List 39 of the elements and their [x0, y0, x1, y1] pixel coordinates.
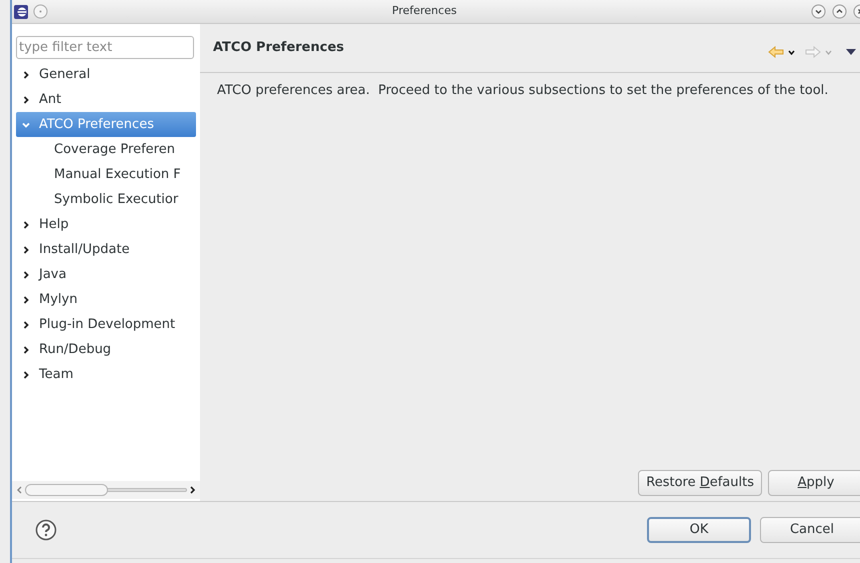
tree-item[interactable]: Java [16, 262, 196, 287]
tree-item[interactable]: General [16, 62, 196, 87]
expand-icon[interactable] [22, 96, 30, 104]
expand-icon[interactable] [22, 370, 30, 378]
tree-item[interactable]: Coverage Preferen [16, 137, 196, 162]
tree-item[interactable]: Run/Debug [16, 337, 196, 362]
tree-item[interactable]: Ant [16, 87, 196, 112]
scroll-left-icon[interactable] [16, 486, 22, 494]
maximize-icon[interactable] [832, 4, 847, 19]
expand-icon[interactable] [22, 70, 30, 78]
window-title: Preferences [392, 3, 457, 20]
expand-icon[interactable] [22, 246, 30, 254]
tree-item[interactable]: Help [16, 212, 196, 237]
view-menu-icon[interactable] [846, 49, 856, 55]
filter-field[interactable]: type filter text [16, 36, 194, 59]
caret-icon[interactable] [788, 50, 795, 54]
app-icon [14, 4, 28, 18]
page-title: ATCO Preferences [213, 39, 344, 58]
tree-item[interactable]: Team [16, 362, 196, 387]
tree-item[interactable]: Mylyn [16, 287, 196, 312]
ok-button[interactable]: OK [647, 517, 751, 543]
restore-defaults-button[interactable]: Restore Defaults [638, 470, 762, 496]
tree-item[interactable]: Manual Execution F [16, 162, 196, 187]
tree-item[interactable]: Symbolic Executior [16, 187, 196, 212]
scroll-right-icon[interactable] [190, 486, 196, 494]
tree-item[interactable]: Plug-in Development [16, 312, 196, 337]
minimize-icon[interactable] [811, 4, 826, 19]
expand-icon[interactable] [22, 270, 30, 278]
apply-button[interactable]: Apply [768, 470, 860, 496]
expand-icon[interactable] [22, 346, 30, 354]
page-description: ATCO preferences area. Proceed to the various subsections to set the preferences of the tool. [216, 82, 830, 100]
cancel-button[interactable]: Cancel [760, 517, 860, 543]
expand-icon[interactable] [22, 296, 30, 304]
expand-icon[interactable] [22, 220, 30, 228]
horizontal-scrollbar[interactable] [25, 484, 187, 496]
tree-item[interactable]: Install/Update [16, 237, 196, 262]
collapse-icon[interactable] [22, 120, 30, 128]
help-icon[interactable] [35, 519, 57, 541]
expand-icon[interactable] [22, 320, 30, 328]
